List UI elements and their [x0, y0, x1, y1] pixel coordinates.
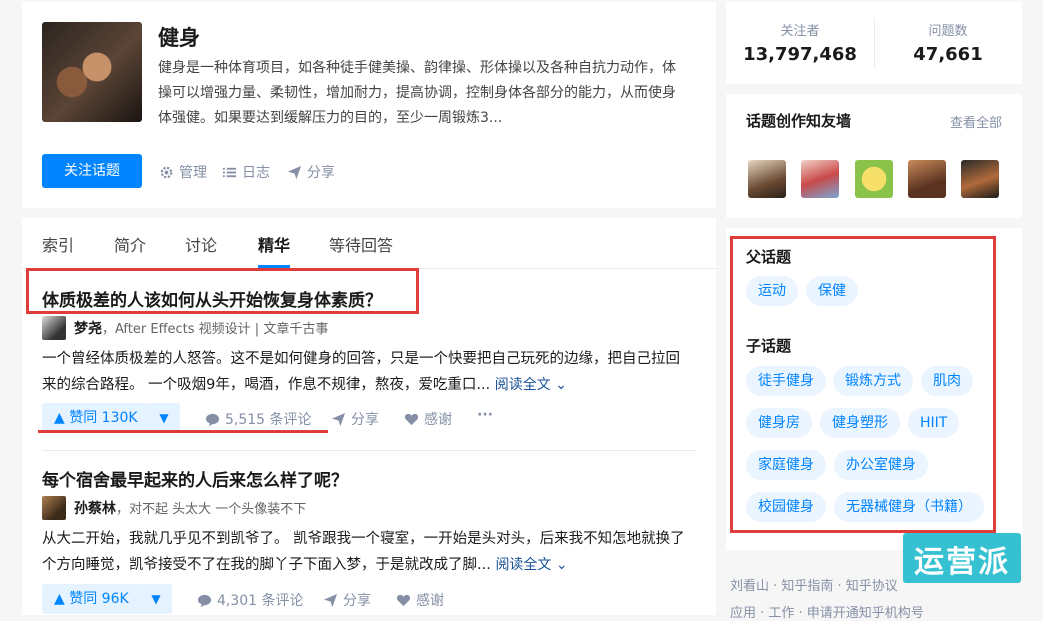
thanks-button[interactable]: 感谢 — [396, 590, 444, 610]
manage-label: 管理 — [179, 165, 207, 181]
tab-discussion[interactable]: 讨论 — [185, 232, 217, 256]
paper-plane-icon — [331, 412, 346, 426]
share-label: 分享 — [343, 593, 371, 609]
questions-label: 问题数 — [928, 24, 968, 39]
highlight-underline — [38, 430, 328, 433]
answer-author: 孙蔡林，对不起 头太大 一个头像装不下 — [42, 496, 306, 520]
followers-label: 关注者 — [780, 24, 820, 39]
follow-topic-button[interactable]: 关注话题 — [42, 154, 142, 188]
upvote-button[interactable]: ▲ 赞同 96K — [42, 584, 141, 614]
watermark-logo: 运营派 — [903, 533, 1021, 605]
question-title[interactable]: 每个宿舍最早起来的人后来怎么样了呢？ — [42, 466, 348, 491]
gear-icon — [160, 166, 173, 178]
chevron-down-icon: ⌄ — [555, 377, 567, 393]
footer-links[interactable]: 应用 · 工作 · 申请开通知乎机构号 — [730, 602, 924, 621]
view-all-link[interactable]: 查看全部 — [950, 112, 1002, 131]
avatar[interactable] — [42, 316, 66, 340]
comment-icon — [205, 413, 220, 426]
heart-icon — [404, 413, 419, 425]
comment-button[interactable]: 5,515 条评论 — [205, 409, 312, 429]
excerpt-text: 从大二开始，我就几乎见不到凯爷了。 凯爷跟我一个寝室，一开始是头对头，后来我不知… — [42, 531, 685, 573]
creator-wall: 话题创作知友墙 查看全部 — [726, 94, 1022, 218]
author-bio: ，After Effects 视频设计 | 文章千古事 — [102, 322, 329, 337]
author-name[interactable]: 梦尧 — [74, 321, 102, 337]
read-all-label: 阅读全文 — [494, 377, 551, 393]
topic-tabs: 索引 简介 讨论 精华 等待回答 — [22, 218, 716, 269]
triangle-down-icon: ▼ — [151, 592, 161, 606]
log-button[interactable]: 日志 — [222, 162, 270, 182]
avatar[interactable] — [961, 160, 999, 198]
heart-icon — [396, 594, 411, 606]
avatar[interactable] — [42, 496, 66, 520]
log-label: 日志 — [242, 165, 270, 181]
paper-plane-icon — [287, 165, 302, 179]
creator-wall-title: 话题创作知友墙 — [746, 112, 852, 130]
tab-unanswered[interactable]: 等待回答 — [329, 232, 393, 256]
logo-text: 运营派 — [914, 545, 1010, 580]
comment-count: 4,301 条评论 — [217, 593, 304, 609]
highlight-box — [730, 236, 996, 533]
topic-stats: 关注者 13,797,468 问题数 47,661 — [726, 2, 1022, 84]
avatar[interactable] — [855, 160, 893, 198]
tab-intro[interactable]: 简介 — [114, 232, 146, 256]
author-name[interactable]: 孙蔡林 — [74, 501, 116, 517]
vote-count: 赞同 130K — [69, 410, 138, 426]
avatar[interactable] — [908, 160, 946, 198]
more-button[interactable]: ··· — [477, 407, 493, 423]
answer-divider — [42, 450, 696, 451]
manage-button[interactable]: 管理 — [159, 162, 207, 182]
list-icon — [222, 167, 237, 177]
answer-excerpt[interactable]: 一个曾经体质极差的人怒答。这不是如何健身的回答，只是一个快要把自己玩死的边缘，把… — [42, 346, 692, 398]
followers-count[interactable]: 13,797,468 — [726, 44, 874, 65]
thanks-label: 感谢 — [424, 412, 452, 428]
comment-icon — [197, 594, 212, 607]
author-bio: ，对不起 头太大 一个头像装不下 — [116, 502, 307, 517]
thanks-label: 感谢 — [416, 593, 444, 609]
footer-links[interactable]: 刘看山 · 知乎指南 · 知乎协议 — [730, 575, 898, 594]
chevron-down-icon: ⌄ — [555, 557, 568, 573]
read-all-link[interactable]: 阅读全文 ⌄ — [495, 557, 567, 573]
questions-count[interactable]: 47,661 — [874, 44, 1022, 65]
share-label: 分享 — [351, 412, 379, 428]
topic-description: 健身是一种体育项目，如各种徒手健美操、韵律操、形体操以及各种自抗力动作，体操可以… — [158, 60, 676, 126]
share-topic-button[interactable]: 分享 — [287, 162, 335, 182]
share-label: 分享 — [307, 165, 335, 181]
share-answer-button[interactable]: 分享 — [331, 409, 379, 429]
tab-featured[interactable]: 精华 — [258, 232, 290, 256]
topic-image — [42, 22, 142, 122]
paper-plane-icon — [323, 593, 338, 607]
answer-author: 梦尧，After Effects 视频设计 | 文章千古事 — [42, 316, 328, 340]
comment-button[interactable]: 4,301 条评论 — [197, 590, 304, 610]
triangle-down-icon: ▼ — [159, 411, 169, 425]
ellipsis-icon: ··· — [477, 407, 493, 423]
read-all-label: 阅读全文 — [495, 557, 552, 573]
read-all-link[interactable]: 阅读全文 ⌄ — [495, 377, 567, 393]
vote-count: 赞同 96K — [69, 591, 129, 607]
topic-header: 健身 健身是一种体育项目，如各种徒手健美操、韵律操、形体操以及各种自抗力动作，体… — [22, 2, 716, 208]
highlight-box — [26, 268, 419, 314]
downvote-button[interactable]: ▼ — [148, 403, 180, 433]
answer-excerpt[interactable]: 从大二开始，我就几乎见不到凯爷了。 凯爷跟我一个寝室，一开始是头对头，后来我不知… — [42, 526, 692, 578]
share-answer-button[interactable]: 分享 — [323, 590, 371, 610]
thanks-button[interactable]: 感谢 — [404, 409, 452, 429]
downvote-button[interactable]: ▼ — [140, 584, 172, 614]
avatar[interactable] — [748, 160, 786, 198]
excerpt-text: 一个曾经体质极差的人怒答。这不是如何健身的回答，只是一个快要把自己玩死的边缘，把… — [42, 351, 680, 393]
upvote-button[interactable]: ▲ 赞同 130K — [42, 403, 150, 433]
topic-title: 健身 — [158, 26, 200, 50]
comment-count: 5,515 条评论 — [225, 412, 312, 428]
tab-index[interactable]: 索引 — [42, 232, 74, 256]
avatar[interactable] — [801, 160, 839, 198]
